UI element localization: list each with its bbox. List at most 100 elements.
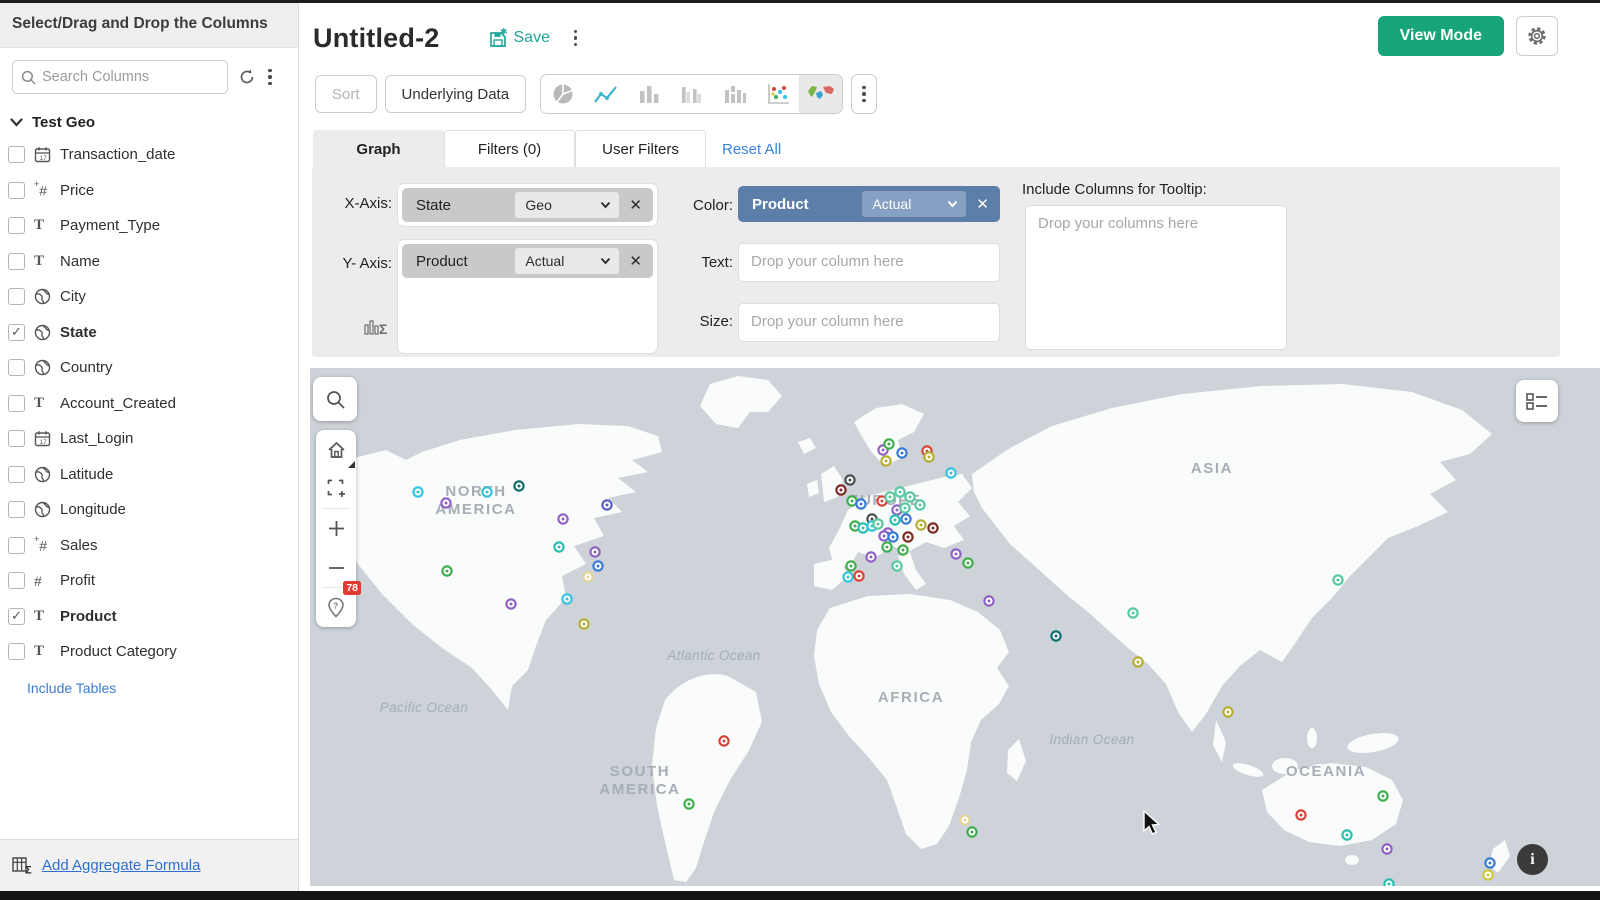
column-item-transaction-date[interactable]: 17Transaction_date bbox=[0, 137, 298, 173]
more-chart-types-button[interactable] bbox=[851, 74, 877, 114]
map-marker[interactable] bbox=[879, 498, 886, 505]
map-marker[interactable] bbox=[845, 574, 852, 581]
column-checkbox[interactable] bbox=[8, 395, 25, 412]
map-canvas[interactable]: NORTH AMERICASOUTH AMERICAEUROPEAFRICAAS… bbox=[310, 368, 1600, 886]
map-marker[interactable] bbox=[1485, 872, 1492, 879]
map-legend-button[interactable] bbox=[1516, 380, 1558, 422]
map-marker[interactable] bbox=[858, 501, 865, 508]
map-marker[interactable] bbox=[1298, 812, 1305, 819]
map-marker[interactable] bbox=[847, 477, 854, 484]
map-marker[interactable] bbox=[1386, 881, 1393, 887]
color-mode-dropdown[interactable]: Actual bbox=[862, 191, 966, 217]
search-columns-input[interactable] bbox=[42, 69, 212, 85]
table-group-header[interactable]: Test Geo bbox=[0, 100, 298, 137]
map-marker[interactable] bbox=[721, 738, 728, 745]
map-marker[interactable] bbox=[560, 516, 567, 523]
tab-graph[interactable]: Graph bbox=[313, 130, 444, 167]
map-marker[interactable] bbox=[886, 441, 893, 448]
map-marker[interactable] bbox=[962, 817, 969, 824]
y-axis-mode-dropdown[interactable]: Actual bbox=[515, 248, 619, 274]
column-checkbox[interactable] bbox=[8, 643, 25, 660]
map-marker[interactable] bbox=[484, 489, 491, 496]
map-marker[interactable] bbox=[953, 551, 960, 558]
map-marker[interactable] bbox=[881, 533, 888, 540]
column-checkbox[interactable] bbox=[8, 324, 25, 341]
map-marker[interactable] bbox=[887, 494, 894, 501]
column-checkbox[interactable] bbox=[8, 537, 25, 554]
x-axis-mode-dropdown[interactable]: Geo bbox=[515, 192, 619, 218]
search-columns-box[interactable] bbox=[12, 60, 228, 94]
map-info-button[interactable]: i bbox=[1517, 844, 1548, 875]
column-item-name[interactable]: TName bbox=[0, 244, 298, 280]
map-home-button[interactable] bbox=[316, 430, 356, 469]
map-marker[interactable] bbox=[1130, 610, 1137, 617]
column-item-payment-type[interactable]: TPayment_Type bbox=[0, 208, 298, 244]
column-checkbox[interactable] bbox=[8, 288, 25, 305]
column-item-sales[interactable]: +#Sales bbox=[0, 528, 298, 564]
map-marker[interactable] bbox=[899, 450, 906, 457]
reset-all-link[interactable]: Reset All bbox=[722, 141, 781, 158]
map-marker[interactable] bbox=[875, 521, 882, 528]
column-checkbox[interactable] bbox=[8, 572, 25, 589]
map-marker[interactable] bbox=[894, 563, 901, 570]
map-marker[interactable] bbox=[880, 447, 887, 454]
column-item-profit[interactable]: #Profit bbox=[0, 563, 298, 599]
y-axis-pill[interactable]: Product Actual ✕ bbox=[402, 244, 653, 278]
map-marker[interactable] bbox=[838, 487, 845, 494]
column-item-last-login[interactable]: 17Last_Login bbox=[0, 421, 298, 457]
x-axis-dropzone[interactable]: State Geo ✕ bbox=[397, 183, 658, 227]
map-marker[interactable] bbox=[564, 596, 571, 603]
size-dropzone[interactable]: Drop your column here bbox=[738, 303, 1000, 342]
bar-chart-icon[interactable] bbox=[627, 75, 670, 113]
report-title[interactable]: Untitled-2 bbox=[313, 23, 440, 54]
map-marker[interactable] bbox=[516, 483, 523, 490]
column-checkbox[interactable] bbox=[8, 359, 25, 376]
map-marker[interactable] bbox=[926, 454, 933, 461]
map-marker[interactable] bbox=[1225, 709, 1232, 716]
map-zoom-in-button[interactable] bbox=[316, 509, 356, 548]
save-button[interactable]: ✱ Save bbox=[488, 28, 550, 49]
text-dropzone[interactable]: Drop your column here bbox=[738, 243, 1000, 282]
map-marker[interactable] bbox=[1344, 832, 1351, 839]
y-axis-remove-button[interactable]: ✕ bbox=[627, 252, 644, 270]
map-marker[interactable] bbox=[1487, 860, 1494, 867]
underlying-data-button[interactable]: Underlying Data bbox=[385, 75, 527, 113]
map-marker[interactable] bbox=[894, 507, 901, 514]
map-marker[interactable] bbox=[918, 522, 925, 529]
map-marker[interactable] bbox=[415, 489, 422, 496]
stacked-bar-chart-icon[interactable] bbox=[713, 75, 756, 113]
map-marker[interactable] bbox=[686, 801, 693, 808]
sort-button[interactable]: Sort bbox=[315, 75, 377, 113]
column-checkbox[interactable] bbox=[8, 146, 25, 163]
map-marker[interactable] bbox=[1380, 793, 1387, 800]
map-marker[interactable] bbox=[868, 554, 875, 561]
map-marker[interactable] bbox=[1335, 577, 1342, 584]
column-checkbox[interactable] bbox=[8, 608, 25, 625]
column-item-account-created[interactable]: TAccount_Created bbox=[0, 386, 298, 422]
include-tables-link[interactable]: Include Tables bbox=[27, 680, 116, 696]
map-marker[interactable] bbox=[890, 534, 897, 541]
map-marker[interactable] bbox=[592, 549, 599, 556]
column-item-city[interactable]: City bbox=[0, 279, 298, 315]
x-axis-remove-button[interactable]: ✕ bbox=[627, 196, 644, 214]
map-marker[interactable] bbox=[948, 470, 955, 477]
y-axis-dropzone[interactable]: Product Actual ✕ bbox=[397, 239, 658, 354]
refresh-button[interactable] bbox=[238, 68, 256, 86]
map-marker[interactable] bbox=[883, 458, 890, 465]
x-axis-pill[interactable]: State Geo ✕ bbox=[402, 188, 653, 222]
map-marker[interactable] bbox=[604, 502, 611, 509]
column-item-price[interactable]: +#Price bbox=[0, 173, 298, 209]
map-marker[interactable] bbox=[860, 525, 867, 532]
map-marker[interactable] bbox=[905, 534, 912, 541]
color-remove-button[interactable]: ✕ bbox=[974, 195, 991, 213]
map-markers-button[interactable]: ? 78 bbox=[316, 588, 356, 627]
header-more-button[interactable] bbox=[572, 28, 580, 49]
sidebar-more-button[interactable] bbox=[266, 67, 274, 88]
map-marker[interactable] bbox=[965, 560, 972, 567]
map-marker[interactable] bbox=[848, 563, 855, 570]
column-checkbox[interactable] bbox=[8, 466, 25, 483]
map-marker[interactable] bbox=[900, 547, 907, 554]
map-marker[interactable] bbox=[907, 494, 914, 501]
map-marker[interactable] bbox=[849, 498, 856, 505]
grouped-bar-chart-icon[interactable] bbox=[670, 75, 713, 113]
